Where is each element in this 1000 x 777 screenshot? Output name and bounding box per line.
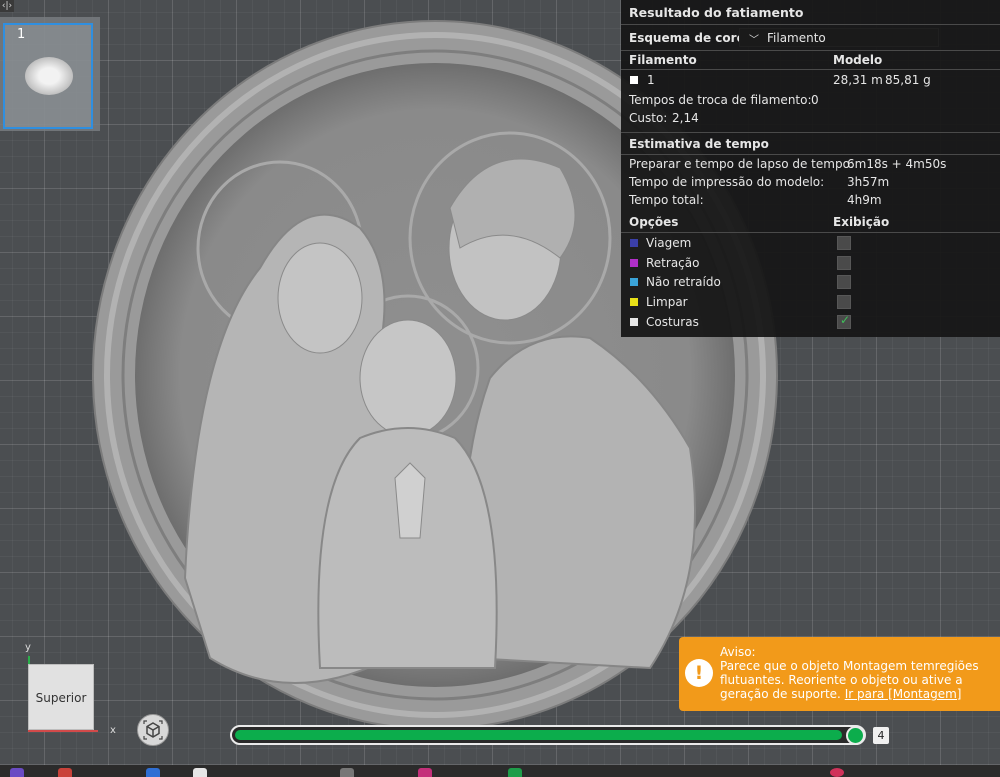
prep-time-value: 6m18s + 4m50s [847, 157, 947, 171]
y-axis-label: y [25, 642, 31, 653]
option-wipe-label: Limpar [646, 295, 688, 309]
option-unretract-checkbox[interactable] [837, 275, 851, 289]
plate-list-panel: 1 [0, 17, 100, 131]
taskbar-app-icon[interactable] [58, 768, 72, 777]
option-travel-label: Viagem [646, 236, 692, 250]
collapse-toggle-icon[interactable]: ‹|› [0, 0, 14, 12]
unretract-color-swatch [630, 278, 638, 286]
filament-weight: 85,81 g [885, 73, 931, 87]
retraction-color-swatch [630, 259, 638, 267]
chevron-down-icon: ﹀ [749, 35, 759, 46]
filament-header: Filamento [629, 53, 697, 67]
taskbar-app-icon[interactable] [340, 768, 354, 777]
total-time-value: 4h9m [847, 193, 882, 207]
taskbar-app-icon[interactable] [193, 768, 207, 777]
checkmark-icon: ✓ [840, 313, 851, 327]
option-seams-label: Costuras [646, 315, 699, 329]
taskbar-app-icon[interactable] [830, 768, 844, 777]
warning-notification: ! Aviso: Parece que o objeto Montagem te… [679, 637, 1000, 711]
cost-value: 2,14 [672, 111, 699, 125]
print-time-value: 3h57m [847, 175, 890, 189]
color-scheme-value: Filamento [767, 31, 826, 45]
divider [621, 154, 1000, 155]
taskbar [0, 765, 1000, 777]
plate-number: 1 [17, 27, 26, 42]
display-header: Exibição [833, 215, 890, 229]
filament-length: 28,31 m [833, 73, 883, 87]
filament-change-label: Tempos de troca de filamento: [629, 93, 812, 107]
go-to-object-link[interactable]: Ir para [Montagem] [845, 687, 962, 701]
wipe-color-swatch [630, 298, 638, 306]
taskbar-app-icon[interactable] [418, 768, 432, 777]
plate-model-preview [25, 57, 73, 95]
divider [621, 132, 1000, 133]
layer-slider-handle[interactable] [846, 726, 865, 745]
options-header: Opções [629, 215, 679, 229]
filament-id: 1 [647, 73, 655, 87]
filament-change-value: 0 [811, 93, 819, 107]
total-time-label: Tempo total: [629, 193, 704, 207]
divider [621, 24, 1000, 25]
layer-slider-value: 4 [873, 727, 889, 744]
divider [621, 50, 1000, 51]
option-retraction-checkbox[interactable] [837, 256, 851, 270]
prep-time-label: Preparar e tempo de lapso de tempo: [629, 157, 854, 171]
taskbar-app-icon[interactable] [508, 768, 522, 777]
option-travel-checkbox[interactable] [837, 236, 851, 250]
warning-title: Aviso: [720, 645, 756, 659]
layer-slider-fill [235, 730, 842, 740]
taskbar-app-icon[interactable] [146, 768, 160, 777]
seams-color-swatch [630, 318, 638, 326]
time-estimate-header: Estimativa de tempo [629, 137, 769, 151]
view-cube[interactable]: Superior [28, 664, 94, 730]
option-seams-checkbox[interactable]: ✓ [837, 313, 851, 329]
x-axis-label: x [110, 725, 116, 736]
slice-results-panel: Resultado do fatiamento Esquema de cores… [621, 0, 1000, 337]
color-scheme-label: Esquema de cores [629, 31, 752, 45]
option-wipe-checkbox[interactable] [837, 295, 851, 309]
cube-view-icon [143, 720, 163, 740]
filament-color-swatch [630, 76, 638, 84]
model-header: Modelo [833, 53, 883, 67]
travel-color-swatch [630, 239, 638, 247]
plate-thumbnail[interactable]: 1 [3, 23, 93, 129]
warning-icon: ! [685, 659, 713, 687]
divider [621, 69, 1000, 70]
option-unretract-label: Não retraído [646, 275, 721, 289]
layer-slider-track[interactable] [230, 725, 866, 745]
color-scheme-dropdown[interactable]: ﹀ Filamento [739, 28, 939, 47]
camera-reset-button[interactable] [137, 714, 169, 746]
cost-label: Custo: [629, 111, 668, 125]
print-time-label: Tempo de impressão do modelo: [629, 175, 825, 189]
taskbar-app-icon[interactable] [10, 768, 24, 777]
divider [621, 232, 1000, 233]
option-retraction-label: Retração [646, 256, 700, 270]
results-title: Resultado do fatiamento [629, 5, 804, 20]
